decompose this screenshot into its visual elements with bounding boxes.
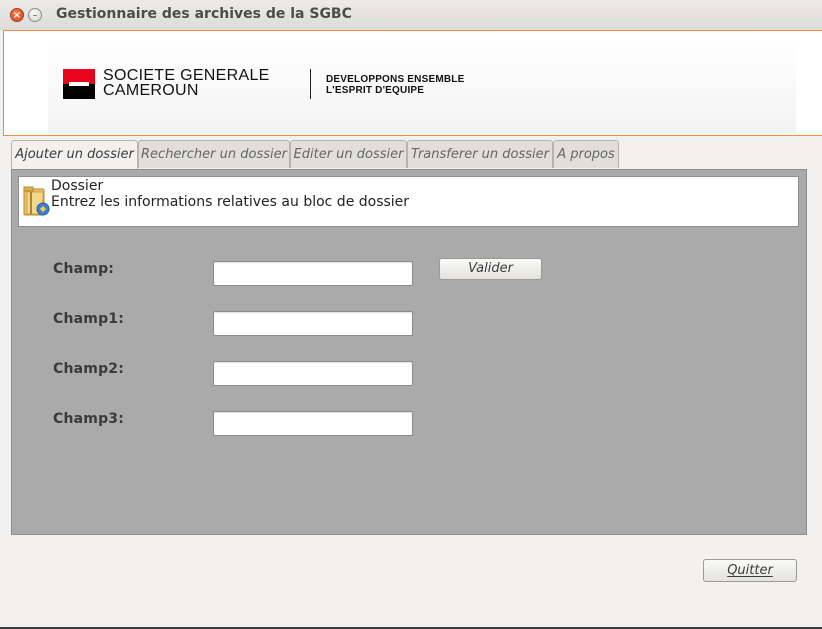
quit-button[interactable]: Quitter [703, 559, 797, 582]
title-bar: × – Gestionnaire des archives de la SGBC [0, 0, 822, 30]
brand-line-1: SOCIETE GENERALE [103, 67, 270, 84]
champ1-input[interactable] [213, 311, 413, 336]
minimize-window-button[interactable]: – [28, 8, 42, 22]
tagline-line-1: DEVELOPPONS ENSEMBLE [326, 74, 465, 85]
tab-editer-dossier[interactable]: Editer un dossier [290, 140, 407, 168]
champ2-input[interactable] [213, 361, 413, 386]
champ3-input[interactable] [213, 411, 413, 436]
window-title: Gestionnaire des archives de la SGBC [56, 6, 352, 22]
tagline-line-2: L'ESPRIT D'EQUIPE [326, 85, 425, 96]
field-label-champ1: Champ1: [53, 311, 125, 327]
field-label-champ2: Champ2: [53, 361, 125, 377]
brand-name: SOCIETE GENERALE CAMEROUN [103, 67, 270, 99]
champ-input[interactable] [213, 261, 413, 286]
info-header: Dossier Entrez les informations relative… [18, 176, 799, 227]
brand-line-2: CAMEROUN [103, 82, 199, 99]
close-window-button[interactable]: × [10, 8, 24, 22]
tab-transferer-dossier[interactable]: Transferer un dossier [407, 140, 553, 168]
sgbc-logo-icon [63, 69, 95, 99]
brand-tagline: DEVELOPPONS ENSEMBLE L'ESPRIT D'EQUIPE [326, 74, 464, 96]
info-title: Dossier [51, 178, 104, 194]
tab-a-propos[interactable]: A propos [553, 140, 619, 168]
field-label-champ3: Champ3: [53, 411, 125, 427]
validate-button[interactable]: Valider [439, 258, 542, 280]
banner-logo-area: SOCIETE GENERALE CAMEROUN DEVELOPPONS EN… [48, 37, 796, 133]
folder-icon [23, 186, 50, 216]
brand-separator [310, 69, 311, 99]
info-description: Entrez les informations relatives au blo… [51, 194, 410, 210]
tab-rechercher-dossier[interactable]: Rechercher un dossier [138, 140, 290, 168]
header-banner: SOCIETE GENERALE CAMEROUN DEVELOPPONS EN… [3, 30, 822, 136]
field-label-champ: Champ: [53, 261, 115, 277]
add-folder-panel: Dossier Entrez les informations relative… [11, 169, 807, 535]
tab-ajouter-dossier[interactable]: Ajouter un dossier [11, 140, 138, 170]
